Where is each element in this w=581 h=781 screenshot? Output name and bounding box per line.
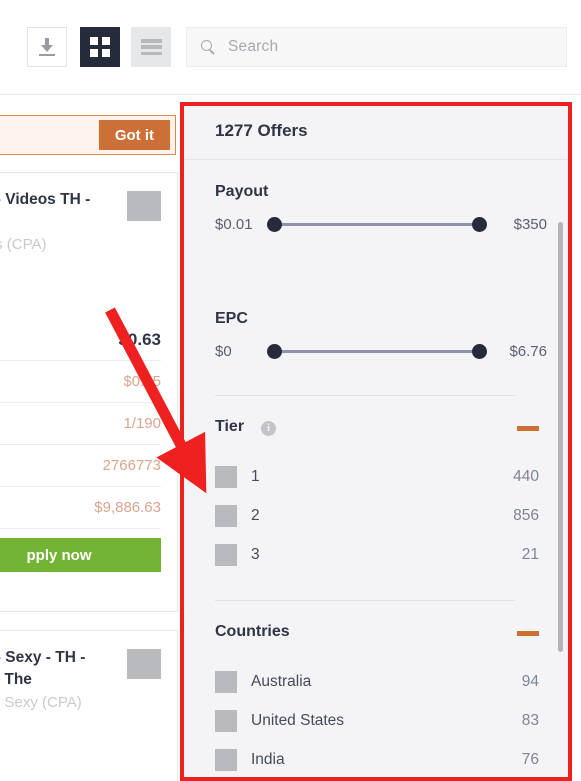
countries-label: Countries (215, 623, 290, 640)
apply-now-button[interactable]: pply now (0, 538, 161, 572)
offers-count-title: 1277 Offers (215, 121, 308, 140)
minus-icon[interactable] (517, 631, 539, 636)
offer-title: 6451 - Sexy - TH - Dtac - The (0, 649, 86, 688)
country-checkbox[interactable] (215, 748, 237, 771)
search-placeholder: Search (228, 38, 279, 55)
minus-icon[interactable] (517, 426, 539, 431)
offer-stat-row: 1/190 (0, 403, 161, 445)
tier-checkbox[interactable] (215, 465, 237, 488)
filter-option-count: 94 (521, 672, 539, 690)
epc-max-value: $6.76 (509, 342, 547, 360)
offers-list-column: Got it 5905 - Videos TH - Dtac - Videos … (0, 95, 180, 781)
payout-slider-track[interactable] (267, 213, 487, 235)
app-root: Search Got it 5905 - Videos TH - Dtac - … (0, 0, 581, 781)
section-divider (215, 600, 515, 601)
countries-section-header[interactable]: Countries (183, 623, 571, 647)
payout-max-value: $350 (513, 215, 547, 233)
country-checkbox[interactable] (215, 709, 237, 732)
offer-stat-row: 2766773 (0, 445, 161, 487)
search-input[interactable]: Search (186, 27, 567, 67)
epc-min-value: $0 (215, 342, 232, 360)
payout-range-slider[interactable]: $0.01 $350 (215, 213, 547, 235)
filter-option-label: United States (251, 711, 345, 729)
filter-option-label: Australia (251, 672, 312, 690)
offer-thumbnail (127, 649, 161, 679)
offer-stat-value: $0.63 (118, 329, 161, 349)
filter-option-label: 2 (251, 506, 260, 524)
offer-category: Videos (CPA) (0, 236, 47, 253)
epc-slider-track[interactable] (267, 340, 487, 362)
top-toolbar: Search (0, 0, 581, 95)
grid-view-button[interactable] (80, 27, 120, 67)
offer-card[interactable]: 6451 - Sexy - TH - Dtac - The Adult - Se… (0, 630, 178, 781)
filter-option-label: India (251, 750, 285, 768)
info-icon[interactable]: i (261, 421, 276, 436)
filter-option-count: 440 (513, 467, 539, 485)
export-button[interactable] (27, 27, 67, 67)
filter-option-row[interactable]: 3 21 (215, 535, 539, 574)
list-view-icon (140, 39, 162, 55)
offer-thumbnail (127, 191, 161, 221)
filter-option-row[interactable]: India 76 (215, 740, 539, 779)
filter-option-label: 3 (251, 545, 260, 563)
filter-option-count: 83 (521, 711, 539, 729)
epc-slider-handle-max[interactable] (472, 344, 487, 359)
filter-panel-scrollbar[interactable] (558, 222, 563, 652)
country-checkbox[interactable] (215, 670, 237, 693)
filter-option-label: 1 (251, 467, 260, 485)
filter-panel: 1277 Offers Payout $0.01 $350 EPC $0 $6.… (183, 105, 571, 781)
offer-stat-row: $0.63 (0, 319, 161, 361)
payout-slider-handle-min[interactable] (267, 217, 282, 232)
tier-label: Tier (215, 418, 245, 435)
filter-option-row[interactable]: 2 856 (215, 496, 539, 535)
filter-option-row[interactable]: Australia 94 (215, 662, 539, 701)
filter-option-count: 76 (521, 750, 539, 768)
offer-stat-value: $0.25 (123, 373, 161, 390)
offer-title: 5905 - Videos TH - Dtac - (0, 191, 91, 230)
download-icon (39, 38, 55, 56)
got-it-button[interactable]: Got it (98, 120, 170, 150)
filter-panel-header: 1277 Offers (183, 105, 571, 160)
offer-stat-value: 1/190 (123, 415, 161, 432)
section-divider (215, 395, 515, 396)
tier-checkbox[interactable] (215, 504, 237, 527)
epc-label: EPC (215, 310, 248, 327)
filter-option-row[interactable]: 1 440 (215, 457, 539, 496)
filter-option-count: 856 (513, 506, 539, 524)
epc-range-slider[interactable]: $0 $6.76 (215, 340, 547, 362)
offer-stat-row: $9,886.63 (0, 487, 161, 529)
tier-checkbox[interactable] (215, 543, 237, 566)
offer-category: Adult - Sexy (CPA) (0, 694, 82, 711)
notification-banner: Got it (0, 115, 176, 155)
payout-slider-handle-max[interactable] (472, 217, 487, 232)
payout-min-value: $0.01 (215, 215, 253, 233)
grid-view-icon (90, 37, 110, 57)
search-icon (201, 39, 216, 55)
offer-card[interactable]: 5905 - Videos TH - Dtac - Videos (CPA) -… (0, 172, 178, 612)
offer-stat-row: $0.25 (0, 361, 161, 403)
filter-option-row[interactable]: United States 83 (215, 701, 539, 740)
list-view-button[interactable] (131, 27, 171, 67)
filter-option-count: 21 (521, 545, 539, 563)
tier-section-header[interactable]: Tier i (183, 418, 571, 442)
payout-label: Payout (215, 183, 269, 200)
offer-stat-value: 2766773 (102, 457, 161, 474)
offer-stat-value: $9,886.63 (94, 499, 161, 516)
epc-slider-handle-min[interactable] (267, 344, 282, 359)
